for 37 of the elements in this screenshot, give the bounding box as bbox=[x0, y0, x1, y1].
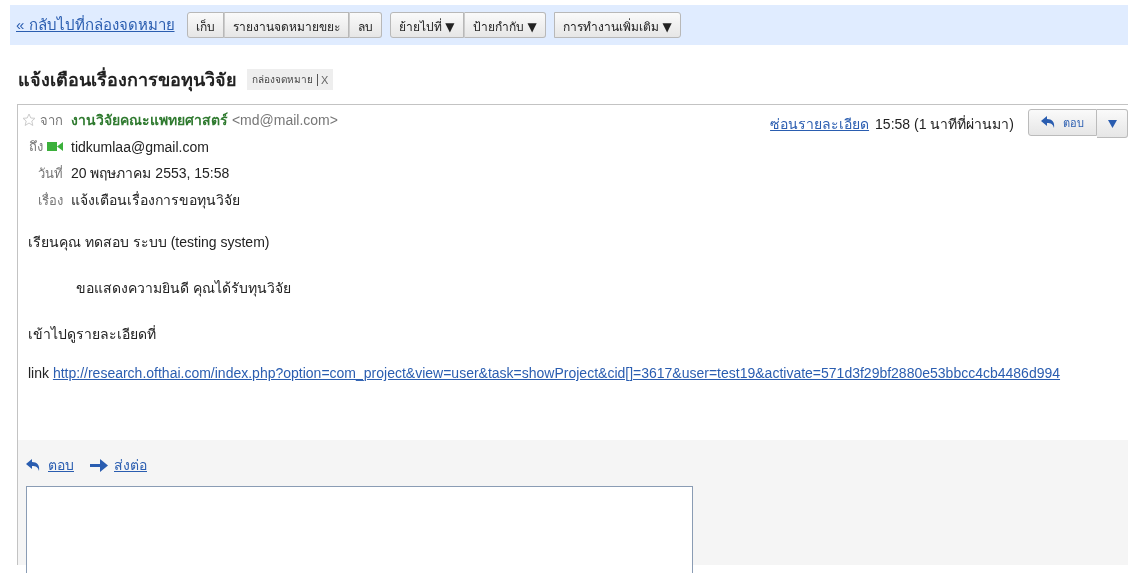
reply-icon bbox=[1041, 116, 1057, 129]
sender-address: <md@mail.com> bbox=[231, 112, 338, 128]
more-options-button[interactable] bbox=[1097, 109, 1128, 138]
toolbar-button[interactable]: เก็บ bbox=[186, 12, 224, 38]
header-label: ถึง bbox=[29, 138, 43, 156]
header-label: จาก bbox=[40, 111, 63, 130]
reply-input-field[interactable] bbox=[26, 486, 693, 573]
header-value: แจ้งเตือนเรื่องการขอทุนวิจัย bbox=[71, 190, 241, 211]
video-camera-icon bbox=[47, 142, 63, 151]
reply-icon bbox=[26, 458, 42, 472]
link-label: link bbox=[28, 365, 49, 381]
toolbar-button[interactable]: การทำงานเพิ่มเติม ▼ bbox=[553, 12, 681, 38]
header-label: วันที่ bbox=[38, 164, 63, 183]
toolbar-button[interactable]: ป้ายกำกับ ▼ bbox=[463, 12, 546, 38]
toolbar-button[interactable]: ย้ายไปที่ ▼ bbox=[389, 12, 464, 38]
recipient-address: tidkumlaa@gmail.com bbox=[71, 138, 210, 155]
body-text: ขอแสดงความยินดี คุณได้รับทุนวิจัย bbox=[76, 280, 291, 296]
header-label: เรื่อง bbox=[38, 191, 63, 210]
reply-link[interactable]: ตอบ bbox=[48, 454, 74, 476]
back-to-inbox-link[interactable]: « กลับไปที่กล่องจดหมาย bbox=[16, 13, 175, 37]
toolbar-button[interactable]: รายงานจดหมายขยะ bbox=[223, 12, 349, 38]
header-value: 20 พฤษภาคม 2553, 15:58 bbox=[71, 164, 231, 183]
star-icon[interactable] bbox=[22, 113, 36, 127]
message-subject: แจ้งเตือนเรื่องการขอทุนวิจัย bbox=[18, 65, 237, 94]
message-time: 15:58 (1 นาทีที่ผ่านมา) bbox=[875, 114, 1014, 134]
forward-link[interactable]: ส่งต่อ bbox=[114, 454, 147, 476]
dropdown-icon bbox=[1107, 119, 1117, 128]
arrow-right-icon bbox=[90, 458, 108, 472]
body-text: เรียนคุณ ทดสอบ ระบบ (testing system) bbox=[28, 233, 271, 253]
body-text: เข้าไปดูรายละเอียดที่ bbox=[28, 324, 157, 345]
label-text: กล่องจดหมาย bbox=[252, 73, 313, 87]
sender-name: งานวิจัยคณะแพทยศาสตร์ bbox=[71, 112, 228, 128]
remove-label-button[interactable]: X bbox=[317, 73, 329, 86]
hide-details-link[interactable]: ซ่อนรายละเอียด bbox=[770, 112, 870, 135]
research-link[interactable]: http://research.ofthai.com/index.php?option=com_project&view=user&task=showProject&cid[]=3617&user=test19&activate=571d3f29bf2880e53bbcc4cb4486d994 bbox=[52, 365, 1061, 381]
reply-button[interactable]: ตอบ bbox=[1028, 109, 1097, 136]
toolbar-button[interactable]: ลบ bbox=[348, 12, 382, 38]
